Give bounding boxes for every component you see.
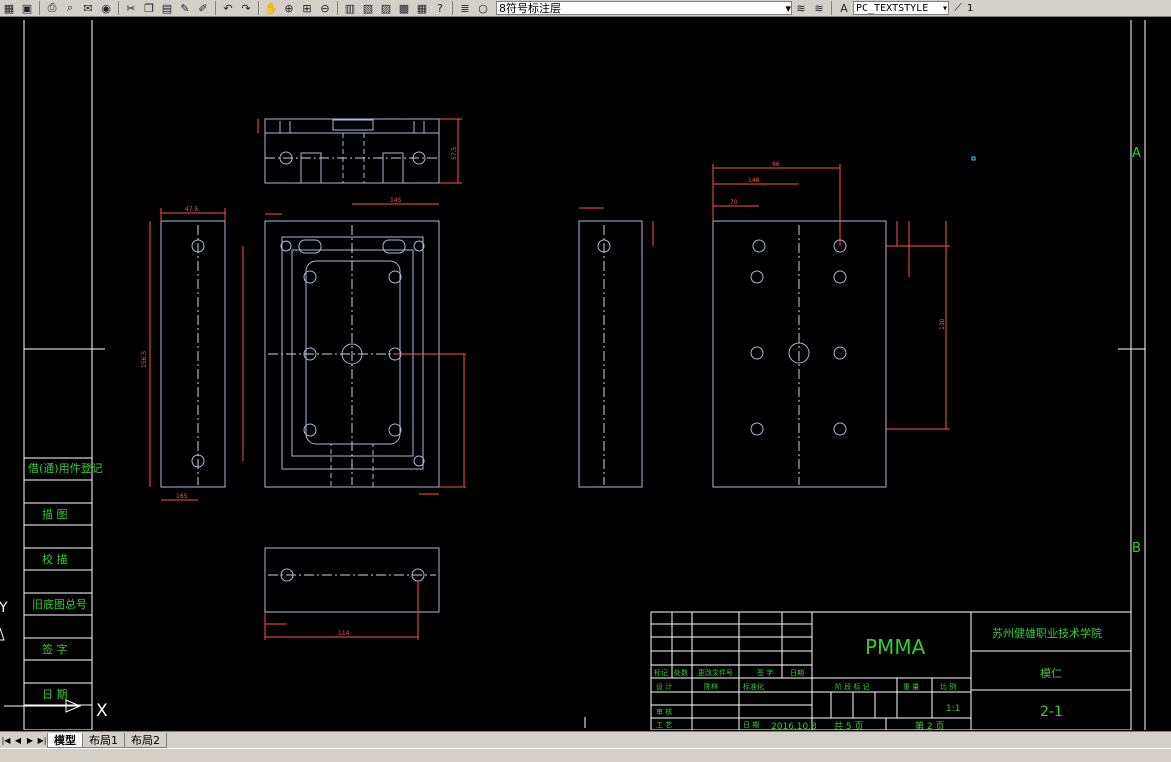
toolbar-separator — [39, 1, 40, 15]
toolbar-separator — [258, 1, 259, 15]
side-panel-label: 描 图 — [42, 507, 68, 521]
date-value: 2016.10.3 — [771, 722, 817, 730]
dimension-text: 165 — [176, 493, 188, 500]
dimension-text: 47.5 — [185, 206, 199, 213]
dimension-text: 96 — [772, 161, 780, 168]
tab-layout2[interactable]: 布局2 — [124, 732, 167, 748]
brush-icon[interactable]: ✐ — [194, 1, 212, 16]
text-style-icon[interactable]: A — [835, 1, 853, 16]
cut-icon[interactable]: ✂ — [122, 1, 140, 16]
header-label: 日期 — [790, 669, 804, 677]
material-label: PMMA — [865, 635, 926, 659]
text-style-name: PC_TEXTSTYLE — [856, 2, 929, 14]
chevron-down-icon: ▾ — [941, 2, 948, 14]
chevron-down-icon: ▾ — [785, 1, 791, 15]
sheets-total: 共 5 页 — [834, 721, 863, 730]
preview-icon[interactable]: ⌕ — [61, 1, 79, 16]
ucs-x-label: X — [96, 701, 108, 721]
zoom-window-icon[interactable]: ⊞ — [298, 1, 316, 16]
toolbar-separator — [452, 1, 453, 15]
layer-manager-icon[interactable]: ≣ — [456, 1, 474, 16]
side-panel-label: 借(通)用件登记 — [28, 461, 103, 475]
toolbar-separator — [831, 1, 832, 15]
layer-name: 8符号标注层 — [499, 2, 561, 15]
zoom-previous-icon[interactable]: ⊖ — [316, 1, 334, 16]
sheet-number: 第 2 页 — [915, 720, 944, 730]
layer-previous-icon[interactable]: ≋ — [810, 1, 828, 16]
dimension-text: 156.5 — [141, 351, 148, 368]
toolbar-separator — [118, 1, 119, 15]
scale-value: 1:1 — [946, 704, 960, 714]
designer-name: 陈林 — [704, 682, 718, 691]
text-style-dropdown[interactable]: PC_TEXTSTYLE ▾ — [853, 1, 949, 15]
layout-tab-bar: |◀ ◀ ▶ ▶| 模型 布局1 布局2 — [0, 731, 1171, 748]
part-name: 模仁 — [1040, 667, 1062, 680]
globe-icon[interactable]: ◉ — [97, 1, 115, 16]
tool-palettes-icon[interactable]: ▨ — [377, 1, 395, 16]
review-label: 审 核 — [656, 707, 672, 716]
side-panel-label: 旧底图总号 — [32, 597, 87, 611]
date-label: 日 期 — [743, 721, 759, 729]
header-label: 标记 — [654, 668, 668, 677]
layer-dropdown[interactable]: 8符号标注层 ▾ — [496, 1, 792, 15]
dimension-text: 57.5 — [451, 146, 458, 160]
craft-label: 工 艺 — [656, 721, 672, 729]
properties-icon[interactable]: ▥ — [341, 1, 359, 16]
toolbar-separator — [215, 1, 216, 15]
dimension-style-icon[interactable]: ⟋ — [949, 1, 967, 16]
side-panel-label: 校 描 — [42, 552, 68, 566]
toolbar-separator — [337, 1, 338, 15]
sheet-set-icon[interactable]: ▩ — [395, 1, 413, 16]
zoom-realtime-icon[interactable]: ⊕ — [280, 1, 298, 16]
undo-icon[interactable]: ↶ — [219, 1, 237, 16]
school-name: 苏州健雄职业技术学院 — [992, 626, 1102, 640]
status-bar — [0, 748, 1171, 762]
copy-icon[interactable]: ❐ — [140, 1, 158, 16]
weight-label: 重 量 — [903, 683, 919, 691]
grid-label-a: A — [1132, 146, 1141, 161]
save-icon[interactable]: ▣ — [18, 1, 36, 16]
publish-icon[interactable]: ✉ — [79, 1, 97, 16]
match-properties-icon[interactable]: ✎ — [176, 1, 194, 16]
drawing-number: 2-1 — [1040, 704, 1063, 720]
model-space-canvas[interactable]: A B 借(通)用件登记 描 图 校 描 旧底图总号 签 字 日 期 X Y 5… — [0, 17, 1171, 730]
standard-toolbar: ▦ ▣ ⎙ ⌕ ✉ ◉ ✂ ❐ ▤ ✎ ✐ ↶ ↷ ✋ ⊕ ⊞ ⊖ ▥ ▧ ▨ … — [0, 0, 1171, 17]
side-panel-label: 签 字 — [42, 642, 68, 656]
header-label: 签 字 — [757, 668, 773, 677]
tab-layout1[interactable]: 布局1 — [82, 732, 125, 748]
bulb-icon[interactable]: ○ — [474, 1, 492, 16]
dimension-text: 70 — [730, 199, 738, 206]
toolbar-trailing-text: 1 — [967, 2, 974, 14]
side-panel-label: 日 期 — [42, 688, 68, 701]
dimension-text: 114 — [338, 630, 350, 637]
first-tab-icon[interactable]: |◀ — [0, 734, 12, 746]
paste-icon[interactable]: ▦ — [0, 1, 18, 16]
ratio-label: 比 例 — [940, 682, 956, 691]
prev-tab-icon[interactable]: ◀ — [12, 734, 24, 746]
design-center-icon[interactable]: ▧ — [359, 1, 377, 16]
standard-label: 标准化 — [743, 682, 764, 691]
pan-icon[interactable]: ✋ — [262, 1, 280, 16]
grid-label-b: B — [1132, 541, 1141, 556]
design-label: 设 计 — [656, 682, 672, 691]
stage-label: 阶 段 标 记 — [835, 682, 870, 691]
tab-model[interactable]: 模型 — [47, 732, 83, 748]
dimension-text: 130 — [939, 318, 946, 330]
next-tab-icon[interactable]: ▶ — [24, 734, 36, 746]
help-icon[interactable]: ? — [431, 1, 449, 16]
paste-clipboard-icon[interactable]: ▤ — [158, 1, 176, 16]
ucs-y-label: Y — [0, 600, 8, 616]
header-label: 处数 — [674, 668, 688, 677]
print-icon[interactable]: ⎙ — [43, 1, 61, 16]
calculator-icon[interactable]: ▦ — [413, 1, 431, 16]
dimension-text: 145 — [390, 197, 402, 204]
dimension-text: 148 — [748, 177, 760, 184]
make-current-layer-icon[interactable]: ≋ — [792, 1, 810, 16]
redo-icon[interactable]: ↷ — [237, 1, 255, 16]
header-label: 更改文件号 — [698, 668, 733, 677]
